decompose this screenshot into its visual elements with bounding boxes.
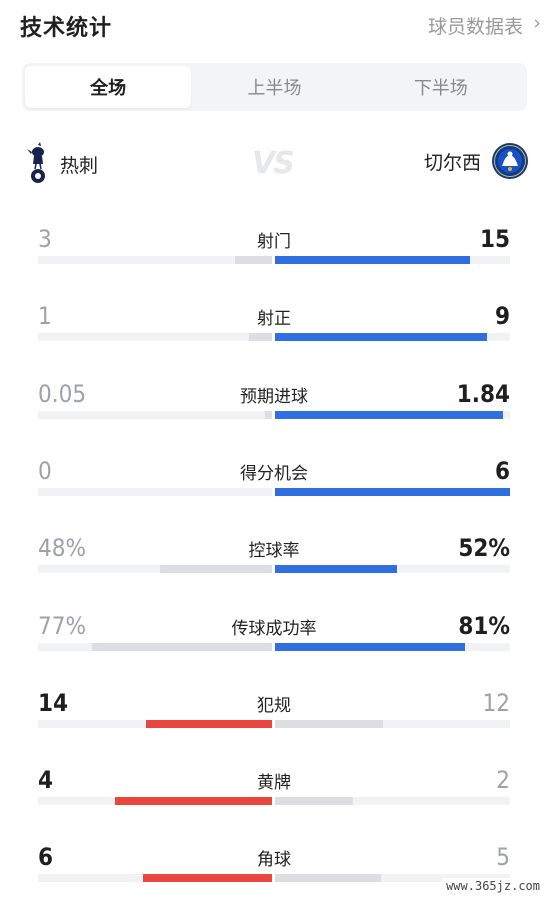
- home-value: 77%: [38, 612, 86, 640]
- away-team-name: 切尔西: [423, 151, 481, 174]
- page-title: 技术统计: [20, 16, 113, 41]
- home-bar-track: [38, 720, 272, 728]
- player-stats-link-label[interactable]: 球员数据表: [428, 16, 523, 38]
- teams-header: 热刺 VS 切尔西: [0, 140, 551, 194]
- away-value: 6: [494, 457, 510, 485]
- vs-mark: VS: [252, 146, 295, 181]
- stat-row: 黄牌 4 2: [38, 766, 510, 812]
- home-bar-track: [38, 256, 272, 264]
- home-bar-track: [38, 488, 272, 496]
- away-value: 52%: [458, 534, 510, 562]
- stat-row: 得分机会 0 6: [38, 457, 510, 503]
- home-bar-fill: [249, 333, 272, 341]
- player-stats-link[interactable]: 球员数据表 ›: [428, 12, 541, 39]
- away-bar-track: [275, 643, 510, 651]
- away-bar-track: [275, 797, 510, 805]
- stat-row: 角球 6 5: [38, 843, 510, 889]
- home-value: 6: [38, 843, 54, 871]
- away-bar-fill: [275, 256, 470, 264]
- stat-label: 得分机会: [240, 464, 308, 484]
- stat-label: 黄牌: [257, 773, 291, 793]
- away-bar-track: [275, 488, 510, 496]
- home-team: 热刺: [24, 142, 98, 186]
- home-value: 0: [38, 457, 52, 485]
- stat-row: 控球率 48% 52%: [38, 534, 510, 580]
- home-bar-track: [38, 643, 272, 651]
- home-bar-fill: [143, 874, 272, 882]
- stat-label: 预期进球: [240, 387, 308, 407]
- away-bar-fill: [275, 565, 397, 573]
- away-value: 9: [494, 302, 510, 330]
- stat-label: 射正: [257, 309, 291, 329]
- away-team: 切尔西: [424, 142, 529, 180]
- stat-row: 射门 3 15: [38, 225, 510, 271]
- away-value: 81%: [458, 612, 510, 640]
- period-tabs: 全场 上半场 下半场: [22, 63, 527, 111]
- chevron-right-icon: ›: [533, 12, 541, 34]
- stat-row: 传球成功率 77% 81%: [38, 612, 510, 658]
- home-bar-track: [38, 411, 272, 419]
- home-value: 14: [38, 689, 69, 717]
- away-value: 1.84: [456, 380, 510, 408]
- home-bar-track: [38, 333, 272, 341]
- chelsea-crest-icon: [492, 143, 528, 179]
- away-value: 15: [479, 225, 510, 253]
- home-value: 0.05: [38, 380, 87, 408]
- home-value: 1: [38, 302, 52, 330]
- away-value: 2: [496, 766, 510, 794]
- away-bar-fill: [275, 488, 510, 496]
- away-value: 5: [496, 843, 510, 871]
- home-bar-track: [38, 565, 272, 573]
- stat-label: 犯规: [257, 696, 291, 716]
- stat-row: 射正 1 9: [38, 302, 510, 348]
- stat-label: 射门: [257, 232, 291, 252]
- away-bar-fill: [275, 643, 465, 651]
- away-bar-fill: [275, 874, 381, 882]
- tab-full-match[interactable]: 全场: [25, 66, 192, 108]
- tab-second-half[interactable]: 下半场: [358, 66, 524, 108]
- away-bar-track: [275, 256, 510, 264]
- home-bar-track: [38, 797, 272, 805]
- home-bar-track: [38, 874, 272, 882]
- tottenham-crest-icon: [27, 142, 45, 183]
- away-bar-track: [275, 565, 510, 573]
- tab-first-half[interactable]: 上半场: [191, 66, 357, 108]
- home-team-name: 热刺: [60, 154, 99, 177]
- away-bar-track: [275, 720, 510, 728]
- home-bar-fill: [115, 797, 272, 805]
- away-bar-fill: [275, 720, 383, 728]
- home-value: 3: [38, 225, 52, 253]
- away-bar-fill: [275, 797, 353, 805]
- home-bar-fill: [265, 411, 272, 419]
- away-bar-fill: [275, 333, 487, 341]
- watermark: www.365jz.com: [443, 878, 543, 894]
- stat-row: 犯规 14 12: [38, 689, 510, 735]
- stat-label: 传球成功率: [231, 619, 317, 639]
- stat-label: 控球率: [248, 541, 300, 561]
- away-value: 12: [482, 689, 510, 717]
- stat-row: 预期进球 0.05 1.84: [38, 380, 510, 426]
- header: 技术统计 球员数据表 ›: [0, 0, 551, 50]
- home-bar-fill: [160, 565, 272, 573]
- away-bar-track: [275, 333, 510, 341]
- away-bar-fill: [275, 411, 503, 419]
- away-bar-track: [275, 411, 510, 419]
- home-bar-fill: [235, 256, 272, 264]
- home-value: 4: [38, 766, 54, 794]
- home-value: 48%: [38, 534, 86, 562]
- home-bar-fill: [146, 720, 272, 728]
- stat-label: 角球: [257, 850, 291, 870]
- home-bar-fill: [92, 643, 272, 651]
